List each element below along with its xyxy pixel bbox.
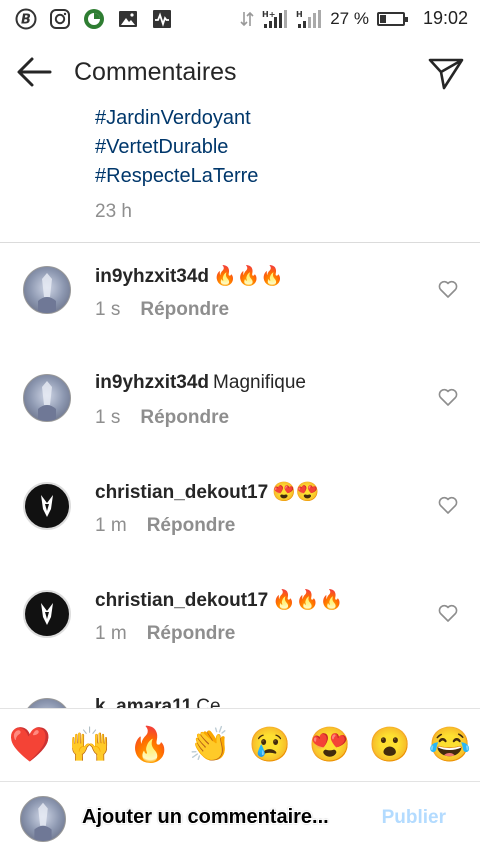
reply-button[interactable]: Répondre xyxy=(140,299,229,320)
comment-meta: 1 m Répondre xyxy=(95,515,235,537)
signal-h-icon: H xyxy=(296,9,322,28)
status-icons-right: H+ H 27 % 19:02 xyxy=(240,8,468,29)
comment-body: in9yhzxit34d Magnifique xyxy=(95,372,306,394)
bitcoin-icon: B xyxy=(14,7,38,31)
comment-time: 1 s xyxy=(95,299,121,320)
comment-body: christian_dekout17 😍😍 xyxy=(95,480,320,504)
arrow-left-icon xyxy=(17,57,52,87)
comment-text: 🔥🔥🔥 xyxy=(272,590,344,611)
reply-button[interactable]: Répondre xyxy=(140,407,229,428)
emoji-laughing[interactable]: 😂 xyxy=(426,721,474,769)
comment-composer: Ajouter un commentaire... Publier xyxy=(0,782,480,854)
comment-meta: 1 s Répondre xyxy=(95,407,229,429)
emoji-surprised[interactable]: 😮 xyxy=(366,721,414,769)
battery-fill xyxy=(379,14,386,23)
comment-body: in9yhzxit34d 🔥🔥🔥 xyxy=(95,264,284,288)
post-caption: #JardinVerdoyant #VertetDurable #Respect… xyxy=(95,104,258,223)
comment-text: 😍😍 xyxy=(272,482,320,503)
back-button[interactable] xyxy=(14,54,54,90)
data-transfer-icon xyxy=(240,11,254,26)
hashtag-link[interactable]: #VertetDurable xyxy=(95,133,258,162)
status-bar: B H+ H 27 % 19:02 xyxy=(0,0,480,38)
heart-icon[interactable] xyxy=(438,388,458,406)
page-title: Commentaires xyxy=(74,58,237,86)
comment-username[interactable]: in9yhzxit34d xyxy=(95,372,209,393)
comment-username[interactable]: in9yhzxit34d xyxy=(95,266,209,287)
svg-text:B: B xyxy=(21,13,31,28)
activity-icon xyxy=(150,7,174,31)
divider xyxy=(0,242,480,243)
svg-text:H: H xyxy=(296,10,303,19)
comment-meta: 1 m Répondre xyxy=(95,623,235,645)
emoji-clapping[interactable]: 👏 xyxy=(186,721,234,769)
clock: 19:02 xyxy=(422,8,468,28)
svg-text:H+: H+ xyxy=(262,10,275,19)
comment-body: christian_dekout17 🔥🔥🔥 xyxy=(95,588,343,612)
emoji-heart-eyes[interactable]: 😍 xyxy=(306,721,354,769)
gallery-icon xyxy=(116,7,140,31)
emoji-heart[interactable]: ❤️ xyxy=(6,721,54,769)
timer-icon xyxy=(82,7,106,31)
avatar[interactable] xyxy=(23,590,71,638)
comment-time: 1 m xyxy=(95,515,127,536)
avatar[interactable] xyxy=(23,482,71,530)
comment-item: christian_dekout17 😍😍 1 m Répondre xyxy=(0,482,480,562)
comment-item-partial: k_amara11 Ce xyxy=(0,690,480,710)
heart-icon[interactable] xyxy=(438,604,458,622)
hashtag-link[interactable]: #JardinVerdoyant xyxy=(95,104,258,133)
caption-timestamp: 23 h xyxy=(95,201,132,222)
comment-item: in9yhzxit34d Magnifique 1 s Répondre xyxy=(0,372,480,454)
comment-input[interactable]: Ajouter un commentaire... xyxy=(82,806,329,829)
comment-meta: 1 s Répondre xyxy=(95,299,229,321)
comment-username[interactable]: christian_dekout17 xyxy=(95,482,268,503)
comment-time: 1 s xyxy=(95,407,121,428)
heart-icon[interactable] xyxy=(438,496,458,514)
comment-username[interactable]: christian_dekout17 xyxy=(95,590,268,611)
comment-time: 1 m xyxy=(95,623,127,644)
send-icon xyxy=(428,58,464,90)
emoji-raised-hands[interactable]: 🙌 xyxy=(66,721,114,769)
comment-text: Magnifique xyxy=(213,372,306,393)
emoji-quick-bar: ❤️ 🙌 🔥 👏 😢 😍 😮 😂 xyxy=(0,708,480,782)
signal-hplus-icon: H+ xyxy=(262,9,288,28)
instagram-icon xyxy=(48,7,72,31)
emoji-fire[interactable]: 🔥 xyxy=(126,721,174,769)
comment-item: in9yhzxit34d 🔥🔥🔥 1 s Répondre xyxy=(0,266,480,346)
current-user-avatar xyxy=(20,796,66,842)
emoji-crying[interactable]: 😢 xyxy=(246,721,294,769)
hashtag-link[interactable]: #RespecteLaTerre xyxy=(95,162,258,191)
status-icons-left: B xyxy=(14,7,174,31)
header: Commentaires xyxy=(0,44,480,100)
avatar[interactable] xyxy=(23,266,71,314)
comment-text: 🔥🔥🔥 xyxy=(213,266,285,287)
comment-item: christian_dekout17 🔥🔥🔥 1 m Répondre xyxy=(0,590,480,670)
share-button[interactable] xyxy=(426,52,466,92)
battery-percent: 27 % xyxy=(330,8,369,28)
reply-button[interactable]: Répondre xyxy=(147,515,236,536)
avatar[interactable] xyxy=(23,374,71,422)
publish-button[interactable]: Publier xyxy=(382,807,446,829)
heart-icon[interactable] xyxy=(438,280,458,298)
battery-icon xyxy=(376,11,408,26)
reply-button[interactable]: Répondre xyxy=(147,623,236,644)
